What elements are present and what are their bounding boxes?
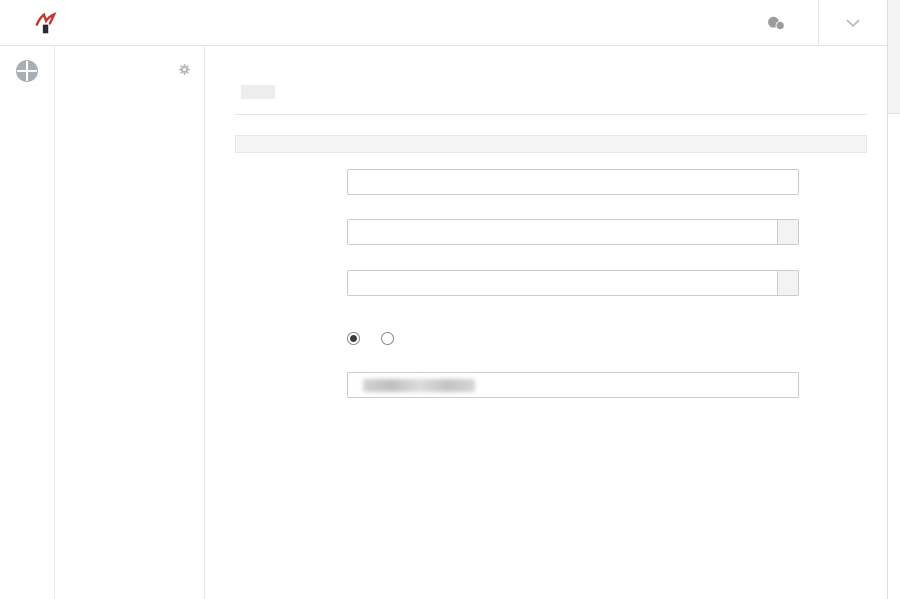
brand-logo-icon: [32, 10, 58, 36]
main-area: [0, 46, 887, 599]
copyright-input[interactable]: [347, 372, 799, 398]
chevron-down-icon[interactable]: [819, 18, 887, 27]
radio-on[interactable]: [381, 332, 394, 345]
content-panel: [205, 46, 887, 599]
right-clipped-panel: [887, 0, 900, 599]
anti-addiction-amount-input[interactable]: [348, 220, 777, 244]
tabs-area: [235, 74, 867, 115]
icon-rail: [0, 46, 55, 599]
form-row-anti-addiction: [235, 219, 867, 258]
field-label: [235, 219, 347, 258]
settings-form: [235, 153, 867, 409]
section-header: [235, 135, 867, 153]
radio-group: [347, 327, 799, 345]
form-row-newbie-reward: [235, 270, 867, 307]
right-clipped-panel-header: [888, 0, 900, 114]
censored-blur-region: [363, 378, 475, 392]
field-label: [235, 327, 347, 356]
newbie-reward-input[interactable]: [348, 271, 777, 295]
field-label: [235, 372, 347, 409]
account-menu[interactable]: [742, 15, 818, 31]
form-row-second-confirm: [235, 327, 867, 356]
page: [0, 0, 887, 599]
field-label: [235, 169, 347, 195]
wechat-account-icon: [766, 15, 786, 31]
app-window: [0, 0, 900, 599]
form-row-copyright: [235, 372, 867, 409]
topbar-right: [742, 0, 887, 46]
main-app-icon[interactable]: [0, 58, 54, 84]
sidebar-section-header: [55, 52, 204, 86]
program-title-input[interactable]: [347, 169, 799, 195]
topbar: [0, 0, 887, 46]
sidebar-nav: [55, 46, 205, 599]
radio-off-selected[interactable]: [347, 332, 360, 345]
field-label: [235, 270, 347, 307]
tab-delivery-platform-settings[interactable]: [241, 85, 275, 99]
form-row-program-title: [235, 169, 867, 195]
unit-addon: [777, 271, 798, 295]
gear-icon[interactable]: [178, 63, 191, 76]
unit-addon: [777, 220, 798, 244]
